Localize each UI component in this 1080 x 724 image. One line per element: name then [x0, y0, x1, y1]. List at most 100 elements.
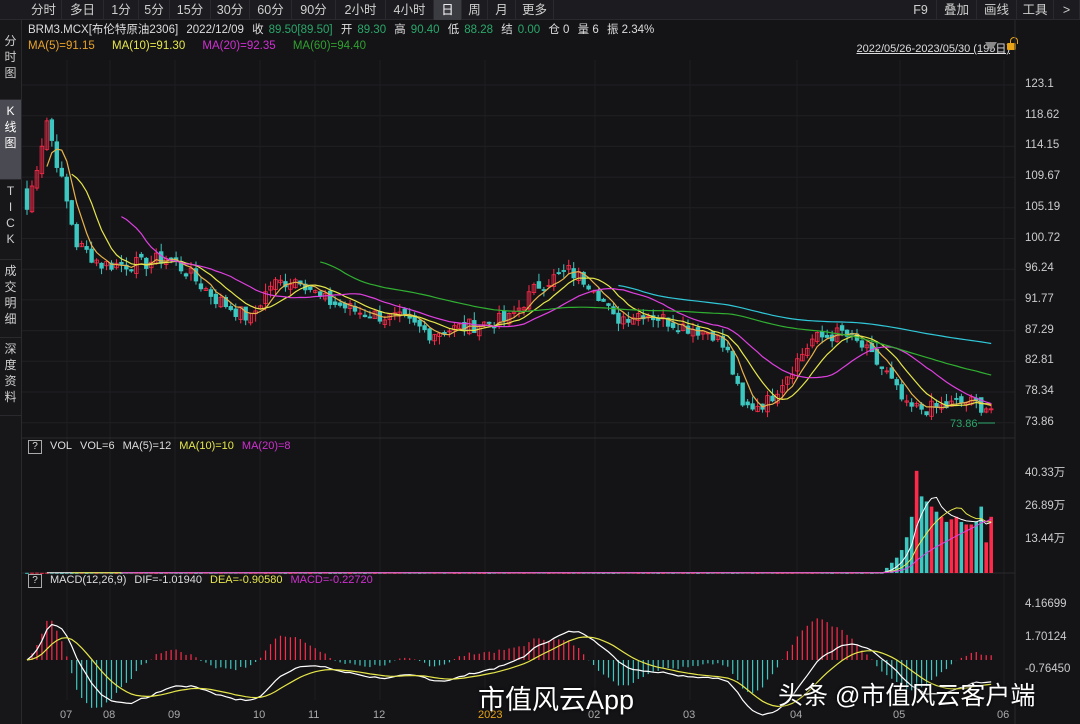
month-label: 03 [683, 709, 695, 721]
watermark-right: 头条 @市值风云客户端 [778, 676, 1035, 712]
candle-body [328, 291, 332, 304]
candle-body [955, 398, 959, 399]
volume-bar [970, 524, 974, 573]
volume-bar [984, 542, 988, 573]
price-tick: 73.86 [1025, 416, 1054, 428]
macd-name: MACD(12,26,9) [50, 574, 126, 586]
candle-body [159, 252, 163, 264]
candle-body [746, 402, 750, 405]
price-tick: 78.34 [1025, 385, 1054, 397]
volume-bar [930, 507, 934, 573]
volume-bar [979, 507, 983, 573]
price-tick: 96.24 [1025, 262, 1054, 274]
candle-body [90, 249, 94, 262]
volume-bar [989, 517, 993, 573]
vol-header: ?VOLVOL=6MA(5)=12MA(10)=10MA(20)=8 [28, 440, 299, 454]
volume-bar [974, 522, 978, 573]
candle-body [100, 263, 104, 268]
volume-bar [945, 522, 949, 573]
candle-body [65, 177, 69, 201]
candle-body [308, 287, 312, 290]
macd-value: MACD=-0.22720 [290, 574, 372, 586]
candle-body [825, 335, 829, 337]
volume-bar [920, 496, 924, 573]
candle-body [318, 292, 322, 296]
candle-body [617, 313, 621, 323]
price-tick: 82.81 [1025, 354, 1054, 366]
month-label: 12 [373, 709, 385, 721]
vol-value: VOL=6 [80, 440, 115, 452]
candle-body [741, 383, 745, 405]
candle-body [960, 397, 964, 403]
candle-body [75, 224, 79, 246]
price-tick: 100.72 [1025, 232, 1060, 244]
candle-body [607, 304, 611, 306]
month-label: 10 [253, 709, 265, 721]
candle-body [880, 367, 884, 369]
candle-body [244, 307, 248, 320]
price-tick: 118.62 [1025, 109, 1059, 121]
vol-name: VOL [50, 440, 72, 452]
candle-body [50, 120, 54, 141]
candle-body [428, 329, 432, 340]
help-button[interactable]: ? [28, 574, 42, 588]
candle-body [751, 404, 755, 409]
candle-body [900, 385, 904, 399]
candle-body [731, 351, 735, 374]
candle-body [25, 189, 29, 210]
candle-body [502, 311, 506, 321]
candle-body [726, 347, 730, 350]
volume-bar [915, 471, 919, 573]
watermark-left: 市值风云App [478, 678, 634, 717]
candle-body [70, 201, 74, 225]
candle-body [85, 246, 89, 249]
vol-ma10-line [72, 508, 992, 573]
candle-body [860, 341, 864, 347]
candle-body [338, 303, 342, 305]
candle-body [229, 306, 233, 309]
candle-body [676, 331, 680, 332]
candle-body [820, 331, 824, 337]
candle-body [333, 302, 337, 305]
candle-body [130, 270, 134, 271]
price-tick: 114.15 [1025, 139, 1059, 151]
candle-body [612, 307, 616, 314]
candle-body [910, 403, 914, 407]
month-label: 09 [168, 709, 180, 721]
candle-body [587, 286, 591, 289]
candle-body [214, 294, 218, 303]
vol-ma5: MA(5)=12 [123, 440, 172, 452]
volume-bar [960, 522, 964, 573]
candle-body [890, 368, 894, 378]
candle-body [840, 326, 844, 331]
kline-chart[interactable]: 73.86 [0, 0, 1080, 724]
month-label: 11 [308, 709, 319, 721]
candle-body [895, 379, 899, 384]
candle-body [487, 322, 491, 323]
candle-body [140, 254, 144, 257]
month-label: 08 [103, 709, 115, 721]
candle-body [184, 274, 188, 276]
candle-body [671, 323, 675, 328]
candle-body [234, 309, 238, 317]
candle-body [597, 291, 601, 300]
candle-body [423, 326, 427, 330]
macd-dif: DIF=-1.01940 [134, 574, 202, 586]
volume-bar [950, 519, 954, 573]
vol-ma20-line [121, 519, 991, 573]
candle-body [209, 290, 213, 297]
candle-body [771, 396, 775, 401]
macd-dea: DEA=-0.90580 [210, 574, 282, 586]
macd-tick: 4.16699 [1025, 598, 1067, 610]
candle-body [627, 319, 631, 322]
ma60-line [320, 262, 991, 375]
vol-tick: 26.89万 [1025, 497, 1065, 513]
last-price-label: 73.86 [950, 418, 978, 430]
candle-body [542, 290, 546, 291]
help-button[interactable]: ? [28, 440, 42, 454]
candle-body [537, 282, 541, 289]
candle-body [363, 315, 367, 316]
ma5-line [47, 149, 991, 407]
volume-bar [955, 517, 959, 573]
candle-body [55, 142, 59, 168]
